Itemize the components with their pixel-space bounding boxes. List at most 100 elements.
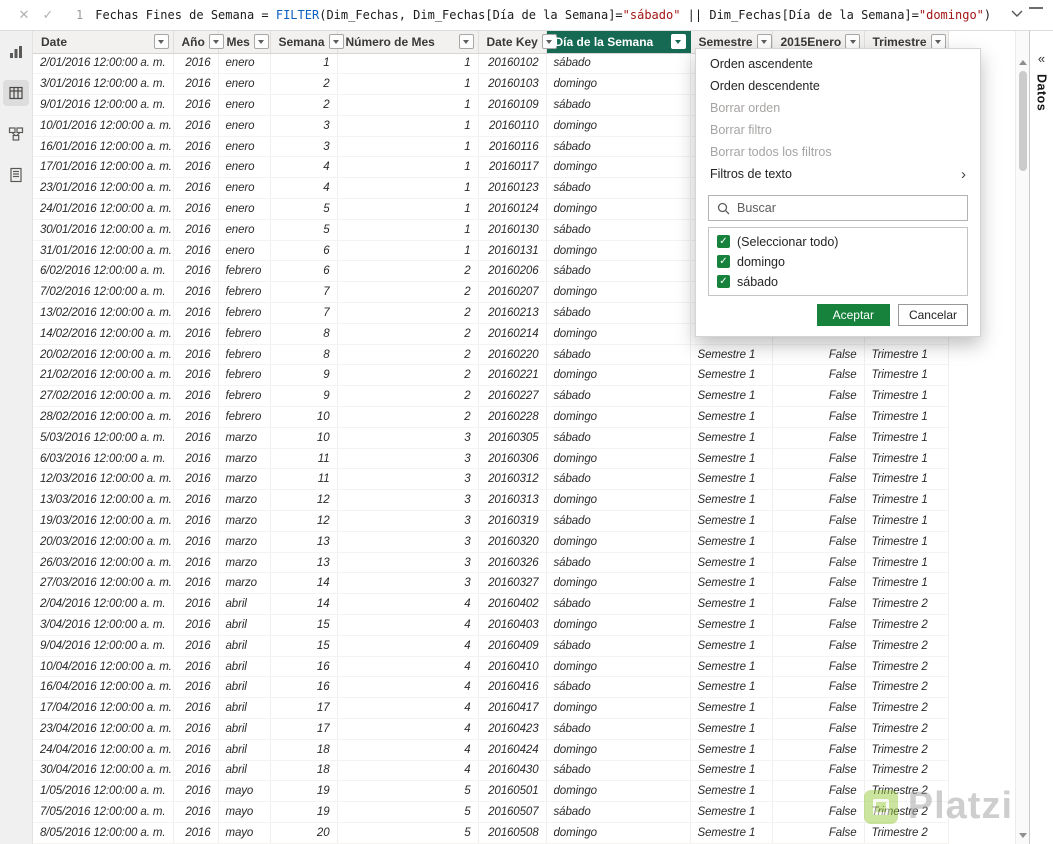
column-header-date[interactable]: Date [33, 31, 174, 54]
cell[interactable]: sábado [546, 468, 691, 491]
filter-option[interactable]: ✓ (Seleccionar todo) [717, 233, 959, 250]
cell[interactable]: Trimestre 1 [864, 572, 949, 595]
cell[interactable]: 13/02/2016 12:00:00 a. m. [33, 302, 174, 324]
cell[interactable]: sábado [546, 801, 691, 823]
cell[interactable]: 12 [270, 489, 338, 512]
cell[interactable]: Trimestre 1 [864, 364, 949, 387]
cell[interactable]: 17/04/2016 12:00:00 a. m. [33, 697, 174, 719]
cell[interactable]: 2/04/2016 12:00:00 a. m. [33, 593, 174, 616]
cell[interactable]: 3 [337, 510, 479, 532]
cell[interactable]: 16 [270, 656, 338, 678]
cell[interactable]: 16 [270, 676, 338, 699]
cell[interactable]: 3 [337, 468, 479, 491]
cell[interactable]: sábado [546, 94, 691, 116]
formula-cancel-icon[interactable]: ✕ [12, 7, 36, 23]
cell[interactable]: Trimestre 1 [864, 448, 949, 470]
cell[interactable]: 1 [270, 53, 338, 75]
cell[interactable]: False [772, 427, 865, 449]
cell[interactable]: 4 [337, 593, 479, 616]
cell[interactable]: 20160131 [478, 240, 547, 262]
cell[interactable]: 4 [270, 156, 338, 179]
cell[interactable]: Semestre 1 [690, 552, 773, 574]
cell[interactable]: 2016 [173, 656, 219, 678]
column-filter-button[interactable] [328, 34, 344, 50]
cell[interactable]: 14/02/2016 12:00:00 a. m. [33, 323, 174, 345]
cell[interactable]: 23/01/2016 12:00:00 a. m. [33, 177, 174, 200]
cell[interactable]: 2016 [173, 323, 219, 345]
cell[interactable]: domingo [546, 323, 691, 345]
cell[interactable]: abril [218, 697, 271, 719]
cell[interactable]: Trimestre 1 [864, 489, 949, 512]
cell[interactable]: 20160116 [478, 136, 547, 158]
cell[interactable]: 8 [270, 323, 338, 345]
cell[interactable]: Semestre 1 [690, 364, 773, 387]
cell[interactable]: 2016 [173, 427, 219, 449]
cell[interactable]: Semestre 1 [690, 780, 773, 803]
cell[interactable]: 1 [337, 198, 479, 220]
cell[interactable]: 2016 [173, 739, 219, 761]
cell[interactable]: Trimestre 1 [864, 552, 949, 574]
cell[interactable]: domingo [546, 697, 691, 719]
cell[interactable]: 2016 [173, 53, 219, 75]
formula-resize-handle[interactable] [1029, 7, 1043, 9]
cell[interactable]: Semestre 1 [690, 489, 773, 512]
cell[interactable]: False [772, 656, 865, 678]
column-header-semana[interactable]: Semana [270, 31, 344, 54]
cell[interactable]: febrero [218, 385, 271, 408]
cell[interactable]: 2 [337, 302, 479, 324]
cell[interactable]: Trimestre 1 [864, 427, 949, 449]
cell[interactable]: marzo [218, 510, 271, 532]
cell[interactable]: 19/03/2016 12:00:00 a. m. [33, 510, 174, 532]
cell[interactable]: Trimestre 1 [864, 385, 949, 408]
cell[interactable]: Semestre 1 [690, 635, 773, 657]
cell[interactable]: Semestre 1 [690, 448, 773, 470]
filter-menu-item[interactable]: Orden ascendente [696, 53, 980, 75]
cell[interactable]: 20160220 [478, 344, 547, 366]
cell[interactable]: 2 [337, 281, 479, 304]
cell[interactable]: False [772, 780, 865, 803]
cell[interactable]: 3 [337, 489, 479, 512]
cell[interactable]: Trimestre 1 [864, 510, 949, 532]
cell[interactable]: mayo [218, 780, 271, 803]
cell[interactable]: Trimestre 1 [864, 406, 949, 428]
cell[interactable]: sábado [546, 260, 691, 283]
cell[interactable]: febrero [218, 260, 271, 283]
cell[interactable]: False [772, 364, 865, 387]
cell[interactable]: 2 [337, 260, 479, 283]
cell[interactable]: False [772, 822, 865, 844]
cell[interactable]: 20160103 [478, 73, 547, 96]
cell[interactable]: febrero [218, 323, 271, 345]
cell[interactable]: 2016 [173, 302, 219, 324]
column-filter-button[interactable] [253, 34, 269, 50]
cell[interactable]: 27/03/2016 12:00:00 a. m. [33, 572, 174, 595]
accept-button[interactable]: Aceptar [816, 304, 890, 326]
cell[interactable]: 2 [337, 364, 479, 387]
cell[interactable]: 2 [270, 94, 338, 116]
cell[interactable]: 4 [337, 635, 479, 657]
cell[interactable]: 4 [337, 760, 479, 782]
cell[interactable]: 20160117 [478, 156, 547, 179]
checkbox-checked-icon[interactable]: ✓ [717, 255, 730, 268]
cell[interactable]: 9 [270, 364, 338, 387]
cell[interactable]: Semestre 1 [690, 406, 773, 428]
cell[interactable]: 2 [337, 344, 479, 366]
cell[interactable]: febrero [218, 302, 271, 324]
cell[interactable]: Semestre 1 [690, 739, 773, 761]
cell[interactable]: domingo [546, 156, 691, 179]
cell[interactable]: Semestre 1 [690, 718, 773, 740]
cell[interactable]: abril [218, 593, 271, 616]
cell[interactable]: sábado [546, 219, 691, 241]
cell[interactable]: 3 [270, 115, 338, 137]
cell[interactable]: 20160430 [478, 760, 547, 782]
cell[interactable]: 3 [337, 572, 479, 595]
cell[interactable]: Semestre 1 [690, 697, 773, 719]
cell[interactable]: 20160320 [478, 531, 547, 553]
cell[interactable]: 3 [337, 448, 479, 470]
cell[interactable]: enero [218, 115, 271, 137]
cell[interactable]: 30/01/2016 12:00:00 a. m. [33, 219, 174, 241]
cell[interactable]: 17 [270, 697, 338, 719]
cell[interactable]: Semestre 1 [690, 344, 773, 366]
cell[interactable]: Semestre 1 [690, 676, 773, 699]
cell[interactable]: 2016 [173, 406, 219, 428]
cell[interactable]: 1 [337, 240, 479, 262]
